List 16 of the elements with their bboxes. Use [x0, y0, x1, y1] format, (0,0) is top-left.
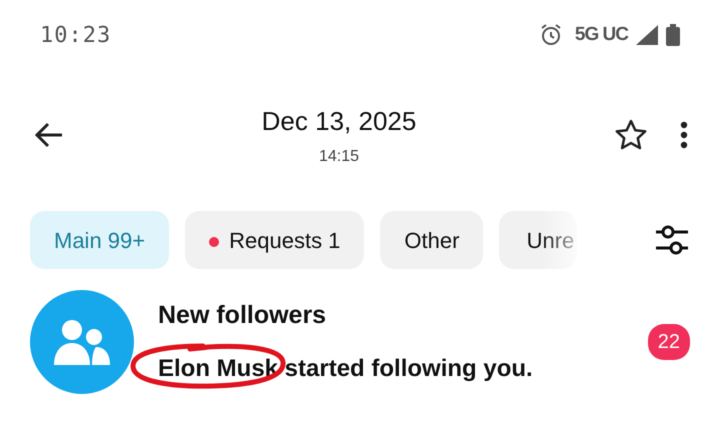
- notification-text: Elon Musk started following you.: [158, 354, 533, 382]
- alarm-icon: [538, 23, 563, 47]
- people-icon: [54, 319, 110, 365]
- network-type: 5G UC: [574, 22, 628, 47]
- unread-count: 22: [648, 324, 690, 360]
- date-title: Dec 13, 2025: [260, 104, 418, 138]
- filter-tab[interactable]: Other: [380, 211, 484, 269]
- time-subtitle: 14:15: [318, 146, 360, 166]
- filter-tab[interactable]: Unre: [499, 211, 578, 269]
- signal-icon: [636, 25, 658, 45]
- filter-tab[interactable]: Requests 1: [185, 211, 364, 269]
- status-time: 10:23: [40, 22, 112, 50]
- more-icon: [680, 121, 688, 149]
- battery-icon: [666, 24, 680, 46]
- filter-tab[interactable]: Main 99+: [30, 211, 170, 269]
- notification-title: New followers: [158, 300, 328, 332]
